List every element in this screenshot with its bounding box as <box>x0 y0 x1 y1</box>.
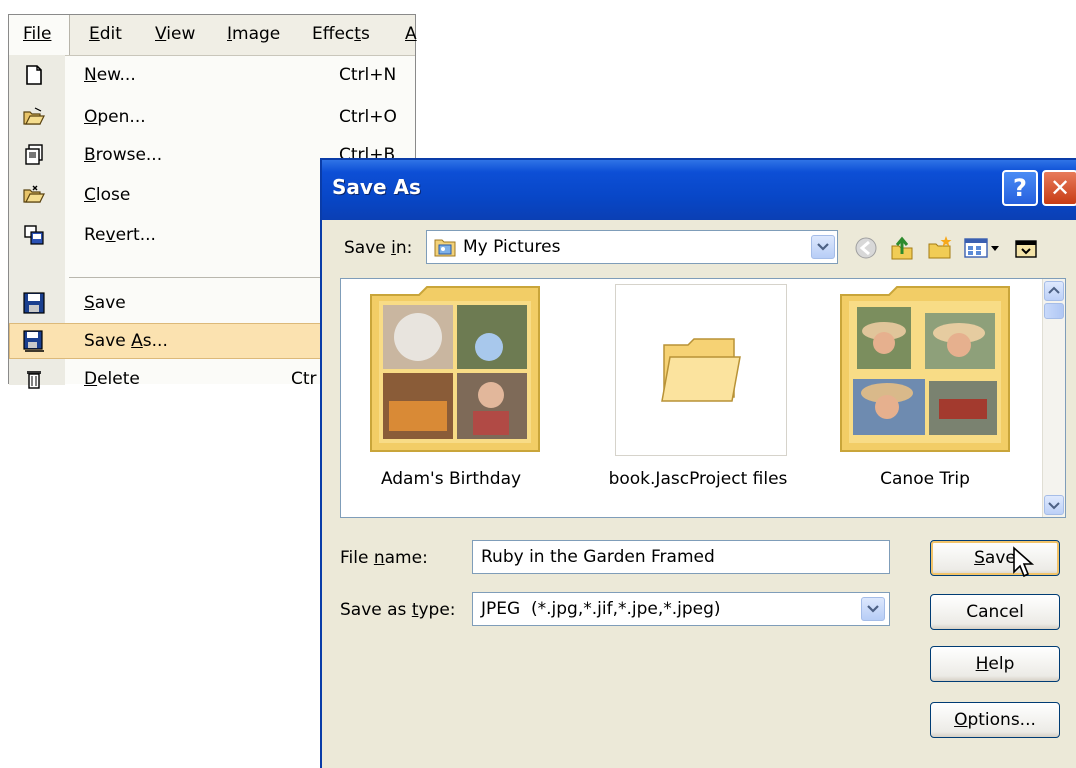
close-folder-icon <box>23 185 45 203</box>
close-icon: ✕ <box>1049 174 1071 202</box>
new-file-icon <box>26 65 42 85</box>
menubar-view[interactable]: View <box>155 24 195 44</box>
menu-item-open-shortcut: Ctrl+O <box>339 107 397 127</box>
help-button[interactable]: Help <box>930 646 1060 682</box>
chevron-down-icon <box>867 605 879 613</box>
menubar-edit-accel: E <box>89 24 100 44</box>
menu-item-close-label: Close <box>84 185 131 205</box>
menu-item-open-label: Open... <box>84 107 146 127</box>
dialog-titlebar[interactable]: Save As ? ✕ <box>322 160 1076 220</box>
file-list-scrollbar[interactable] <box>1042 279 1065 517</box>
up-folder-icon[interactable] <box>888 234 916 262</box>
menu-item-new-label: New... <box>84 65 136 85</box>
question-icon: ? <box>1013 174 1027 202</box>
folder-item-caption: Canoe Trip <box>880 469 970 489</box>
menu-item-open[interactable]: Open... Ctrl+O <box>9 97 415 137</box>
chevron-up-icon <box>1048 286 1060 294</box>
new-folder-icon[interactable] <box>926 234 954 262</box>
file-name-label: File name: <box>340 548 428 568</box>
menu-item-new-shortcut: Ctrl+N <box>339 65 397 85</box>
save-as-type-value: JPEG (*.jpg,*.jif,*.jpe,*.jpeg) <box>481 599 721 619</box>
save-button[interactable]: Save <box>930 540 1060 576</box>
chevron-down-icon <box>817 243 829 251</box>
title-help-button[interactable]: ? <box>1002 170 1038 206</box>
scroll-thumb[interactable] <box>1044 303 1064 319</box>
save-in-label: Save in: <box>344 238 413 258</box>
save-as-type-dropdown-button[interactable] <box>861 597 885 621</box>
menubar-image[interactable]: Image <box>227 24 280 44</box>
save-in-dropdown[interactable]: My Pictures <box>426 230 838 264</box>
menubar-a[interactable]: A <box>405 24 417 44</box>
dialog-title: Save As <box>332 175 421 199</box>
folder-item-caption: book.JascProject files <box>608 469 788 489</box>
folder-icon <box>661 338 741 402</box>
menubar-file[interactable]: File <box>23 24 51 44</box>
menubar-effects-accel: t <box>354 24 361 44</box>
menu-item-save-label: Save <box>84 293 126 313</box>
folder-item-book-jascproject-files[interactable]: book.JascProject files <box>583 279 813 499</box>
scroll-up-button[interactable] <box>1044 281 1064 301</box>
photo-folder-thumbnail-icon <box>370 286 540 452</box>
menubar-effects[interactable]: Effects <box>312 24 370 44</box>
save-as-type-label: Save as type: <box>340 600 456 620</box>
browse-icon <box>25 144 43 165</box>
menubar-view-accel: V <box>155 24 167 44</box>
open-folder-icon <box>23 107 45 125</box>
save-as-icon <box>23 330 44 352</box>
cancel-button[interactable]: Cancel <box>930 594 1060 630</box>
photo-folder-thumbnail-icon <box>840 286 1010 452</box>
options-button[interactable]: Options... <box>930 702 1060 738</box>
folder-item-adams-birthday[interactable]: Adam's Birthday <box>341 279 561 499</box>
views-menu-icon[interactable] <box>962 234 1002 262</box>
mouse-cursor-icon <box>1013 546 1035 578</box>
save-in-dropdown-button[interactable] <box>811 235 835 259</box>
scroll-down-button[interactable] <box>1044 495 1064 515</box>
save-in-value: My Pictures <box>463 237 561 257</box>
save-as-dialog: Save As ? ✕ Save in: My Pictures Adam's … <box>320 158 1076 768</box>
menubar-a-label: A <box>405 24 417 44</box>
menu-item-save-as-label: Save As... <box>84 331 168 351</box>
menubar-edit[interactable]: Edit <box>89 24 122 44</box>
thumbnail-frame <box>615 284 787 456</box>
trash-icon <box>27 371 41 389</box>
chevron-down-icon <box>1048 502 1060 510</box>
folder-item-caption: Adam's Birthday <box>380 469 522 489</box>
menubar: File Edit View Image Effects A <box>9 15 417 56</box>
title-close-button[interactable]: ✕ <box>1042 170 1076 206</box>
save-as-type-dropdown[interactable]: JPEG (*.jpg,*.jif,*.jpe,*.jpeg) <box>472 592 890 626</box>
back-icon[interactable] <box>852 234 880 262</box>
file-list-view[interactable]: Adam's Birthday book.JascProject files C… <box>340 278 1066 518</box>
menubar-file-label: File <box>23 24 52 44</box>
revert-icon <box>24 225 44 245</box>
my-pictures-icon <box>434 239 456 257</box>
save-disk-icon <box>23 292 45 314</box>
menu-item-delete-shortcut: Ctr <box>291 369 317 389</box>
menu-item-delete-label: Delete <box>84 369 140 389</box>
folder-item-canoe-trip[interactable]: Canoe Trip <box>815 279 1035 499</box>
menu-item-browse-label: Browse... <box>84 145 163 165</box>
tools-folder-icon[interactable] <box>1012 234 1040 262</box>
menu-item-revert-label: Revert... <box>84 225 156 245</box>
file-name-input[interactable]: Ruby in the Garden Framed <box>472 540 890 574</box>
menu-item-new[interactable]: New... Ctrl+N <box>9 55 415 95</box>
